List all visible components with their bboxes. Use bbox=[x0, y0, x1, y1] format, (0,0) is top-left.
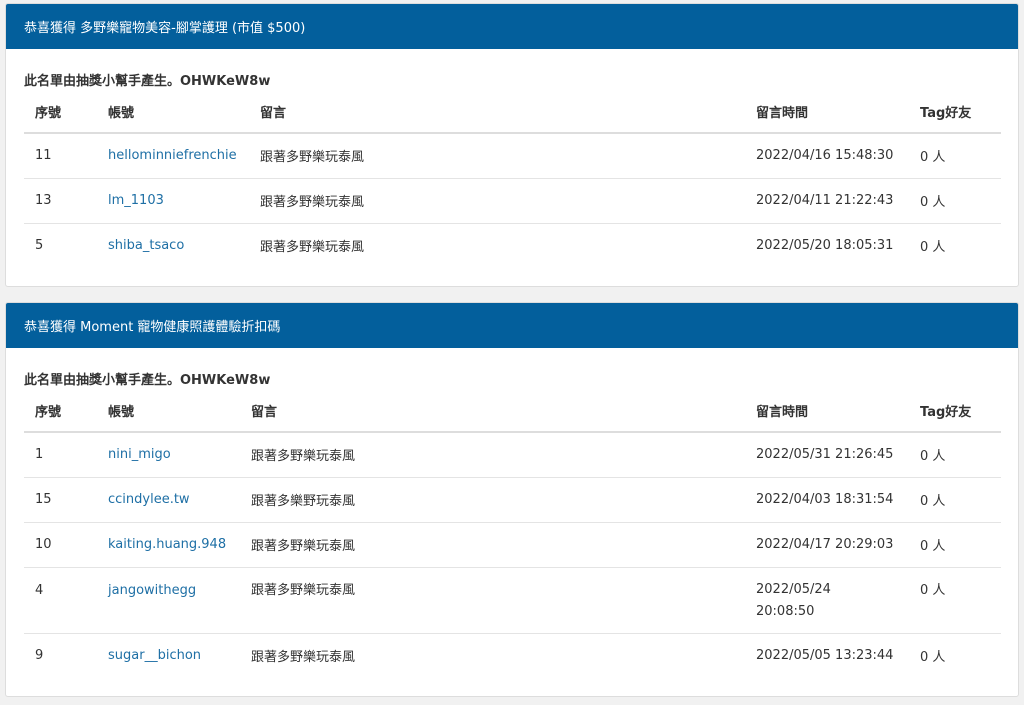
column-header-tag-friends: Tag好友 bbox=[909, 390, 1001, 433]
winners-table: 序號 帳號 留言 留言時間 Tag好友 11 hellominniefrench… bbox=[24, 91, 1001, 268]
prize-title: 恭喜獲得 多野樂寵物美容-腳掌護理 (市值 $500) bbox=[24, 21, 306, 36]
column-header-message: 留言 bbox=[240, 390, 745, 433]
row-account-cell: jangowithegg bbox=[97, 566, 240, 633]
row-tag-count: 0 人 bbox=[909, 521, 1001, 567]
row-time-date: 2022/05/24 bbox=[756, 581, 831, 597]
row-message: 跟著多樂野玩泰風 bbox=[240, 476, 745, 522]
row-time-clock: 20:08:50 bbox=[756, 603, 815, 619]
row-message: 跟著多野樂玩泰風 bbox=[240, 566, 745, 633]
column-header-tag-friends: Tag好友 bbox=[909, 91, 1001, 134]
table-row: 5 shiba_tsaco 跟著多野樂玩泰風 2022/05/20 18:05:… bbox=[24, 222, 1001, 268]
row-account-cell: nini_migo bbox=[97, 432, 240, 477]
table-row: 11 hellominniefrenchie 跟著多野樂玩泰風 2022/04/… bbox=[24, 133, 1001, 178]
row-time: 2022/05/20 18:05:31 bbox=[745, 222, 909, 268]
row-tag-count: 0 人 bbox=[909, 632, 1001, 678]
table-header-row: 序號 帳號 留言 留言時間 Tag好友 bbox=[24, 91, 1001, 134]
column-header-account: 帳號 bbox=[97, 390, 240, 433]
row-message: 跟著多野樂玩泰風 bbox=[251, 449, 356, 465]
winners-table: 序號 帳號 留言 留言時間 Tag好友 1 nini_migo 跟著多野樂玩泰風… bbox=[24, 390, 1001, 678]
row-account-cell: sugar__bichon bbox=[97, 632, 240, 678]
row-message: 跟著多野樂玩泰風 bbox=[260, 150, 365, 166]
column-header-message: 留言 bbox=[249, 91, 745, 134]
prize-title: 恭喜獲得 Moment 寵物健康照護體驗折扣碼 bbox=[24, 320, 281, 335]
row-number: 10 bbox=[24, 521, 97, 567]
row-time: 2022/05/31 21:26:45 bbox=[756, 447, 894, 463]
row-tag-count: 0 人 bbox=[909, 566, 1001, 633]
row-account-cell: lm_1103 bbox=[97, 177, 249, 223]
row-tag-count: 0 人 bbox=[920, 150, 946, 166]
table-header-row: 序號 帳號 留言 留言時間 Tag好友 bbox=[24, 390, 1001, 433]
account-link[interactable]: hellominniefrenchie bbox=[108, 148, 237, 163]
row-number: 9 bbox=[24, 632, 97, 678]
account-link[interactable]: jangowithegg bbox=[108, 583, 196, 598]
row-tag-count: 0 人 bbox=[909, 222, 1001, 268]
column-header-number: 序號 bbox=[24, 390, 97, 433]
row-time: 2022/04/11 21:22:43 bbox=[745, 177, 909, 223]
row-number: 11 bbox=[35, 148, 52, 164]
prize-card-paw-care: 恭喜獲得 多野樂寵物美容-腳掌護理 (市值 $500) 此名單由抽獎小幫手產生。… bbox=[5, 3, 1019, 287]
prize-card-body: 此名單由抽獎小幫手產生。OHWKeW8w 序號 帳號 留言 留言時間 Tag好友… bbox=[6, 49, 1018, 268]
row-time: 2022/05/24 20:08:50 bbox=[745, 566, 909, 633]
account-link[interactable]: ccindylee.tw bbox=[108, 492, 190, 507]
table-row: 15 ccindylee.tw 跟著多樂野玩泰風 2022/04/03 18:3… bbox=[24, 476, 1001, 522]
column-header-time: 留言時間 bbox=[745, 91, 909, 134]
table-row: 13 lm_1103 跟著多野樂玩泰風 2022/04/11 21:22:43 … bbox=[24, 177, 1001, 223]
lottery-source-note: 此名單由抽獎小幫手產生。OHWKeW8w bbox=[24, 373, 271, 388]
row-account-cell: shiba_tsaco bbox=[97, 222, 249, 268]
row-number: 5 bbox=[24, 222, 97, 268]
column-header-time: 留言時間 bbox=[745, 390, 909, 433]
row-time: 2022/04/16 15:48:30 bbox=[756, 148, 894, 164]
row-message: 跟著多野樂玩泰風 bbox=[240, 521, 745, 567]
table-row: 9 sugar__bichon 跟著多野樂玩泰風 2022/05/05 13:2… bbox=[24, 632, 1001, 678]
row-number: 1 bbox=[35, 447, 44, 463]
column-header-account: 帳號 bbox=[97, 91, 249, 134]
prize-card-body: 此名單由抽獎小幫手產生。OHWKeW8w 序號 帳號 留言 留言時間 Tag好友… bbox=[6, 348, 1018, 678]
row-message: 跟著多野樂玩泰風 bbox=[240, 632, 745, 678]
row-tag-count: 0 人 bbox=[909, 177, 1001, 223]
row-time: 2022/05/05 13:23:44 bbox=[745, 632, 909, 678]
row-time: 2022/04/03 18:31:54 bbox=[745, 476, 909, 522]
row-account-cell: hellominniefrenchie bbox=[97, 133, 249, 178]
row-message: 跟著多野樂玩泰風 bbox=[249, 222, 745, 268]
prize-card-header: 恭喜獲得 多野樂寵物美容-腳掌護理 (市值 $500) bbox=[6, 4, 1018, 49]
account-link[interactable]: shiba_tsaco bbox=[108, 238, 184, 253]
account-link[interactable]: kaiting.huang.948 bbox=[108, 537, 226, 552]
row-message: 跟著多野樂玩泰風 bbox=[249, 177, 745, 223]
row-tag-count: 0 人 bbox=[920, 449, 946, 465]
row-tag-count: 0 人 bbox=[909, 476, 1001, 522]
prize-card-moment-discount: 恭喜獲得 Moment 寵物健康照護體驗折扣碼 此名單由抽獎小幫手產生。OHWK… bbox=[5, 302, 1019, 697]
row-time: 2022/04/17 20:29:03 bbox=[745, 521, 909, 567]
row-number: 4 bbox=[24, 566, 97, 633]
account-link[interactable]: sugar__bichon bbox=[108, 648, 201, 663]
row-account-cell: ccindylee.tw bbox=[97, 476, 240, 522]
account-link[interactable]: nini_migo bbox=[108, 447, 171, 462]
column-header-number: 序號 bbox=[24, 91, 97, 134]
row-number: 15 bbox=[24, 476, 97, 522]
table-row: 1 nini_migo 跟著多野樂玩泰風 2022/05/31 21:26:45… bbox=[24, 432, 1001, 477]
table-row: 4 jangowithegg 跟著多野樂玩泰風 2022/05/24 20:08:… bbox=[24, 566, 1001, 633]
row-account-cell: kaiting.huang.948 bbox=[97, 521, 240, 567]
account-link[interactable]: lm_1103 bbox=[108, 193, 164, 208]
prize-card-header: 恭喜獲得 Moment 寵物健康照護體驗折扣碼 bbox=[6, 303, 1018, 348]
row-number: 13 bbox=[24, 177, 97, 223]
table-row: 10 kaiting.huang.948 跟著多野樂玩泰風 2022/04/17… bbox=[24, 521, 1001, 567]
lottery-source-note: 此名單由抽獎小幫手產生。OHWKeW8w bbox=[24, 74, 271, 89]
